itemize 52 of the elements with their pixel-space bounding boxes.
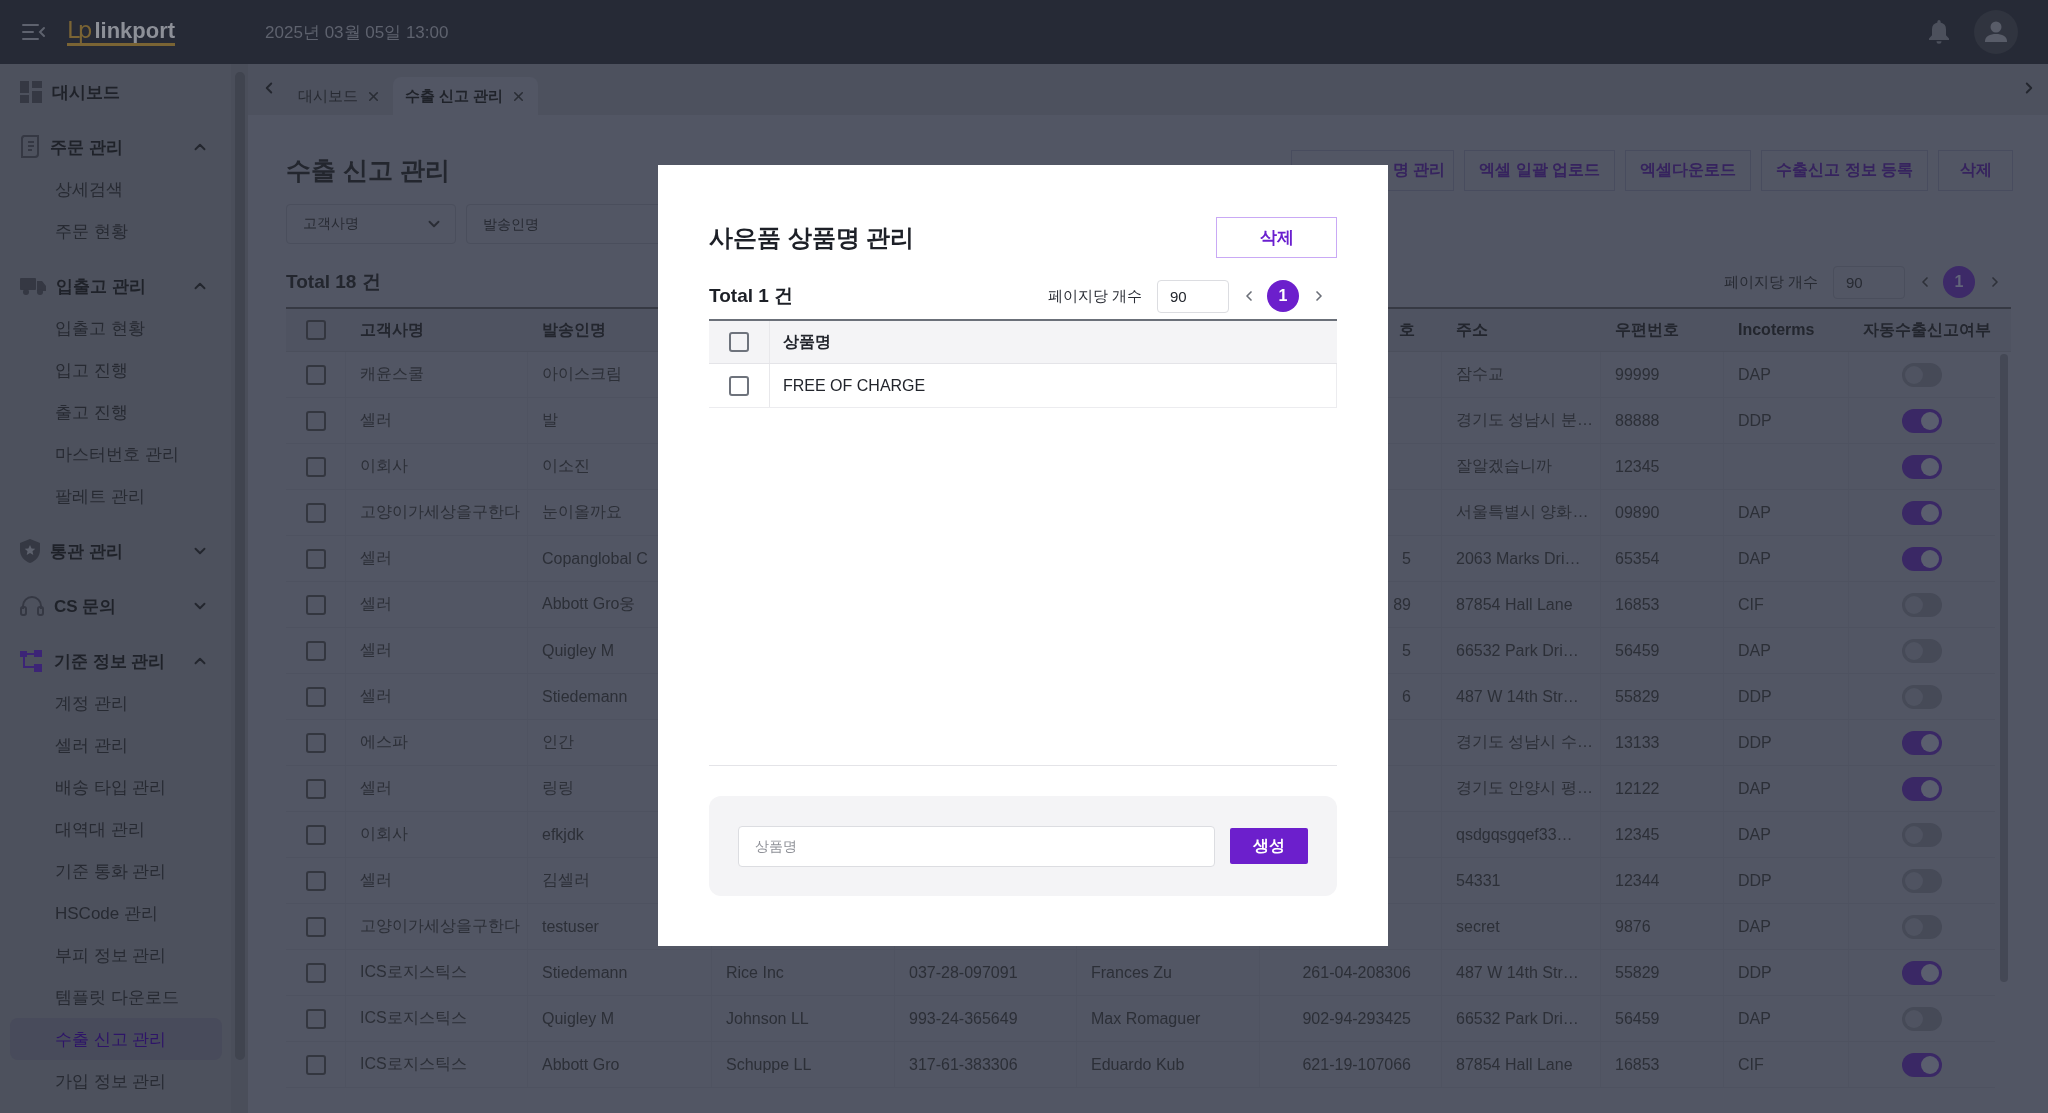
logo-mark: Lp (67, 18, 91, 42)
toggle-switch[interactable] (1902, 500, 1942, 525)
toggle-switch[interactable] (1902, 730, 1942, 755)
page-number-button[interactable]: 1 (1267, 280, 1299, 312)
hierarchy-icon (20, 650, 44, 672)
menu-icon[interactable] (22, 23, 46, 41)
checkbox[interactable] (729, 332, 749, 352)
page-number-button[interactable]: 1 (1943, 266, 1975, 298)
table-cell: FREE OF CHARGE (769, 364, 1336, 407)
checkbox[interactable] (305, 548, 326, 569)
toggle-switch[interactable] (1902, 546, 1942, 571)
toggle-switch[interactable] (1902, 776, 1942, 801)
tab[interactable]: 수출 신고 관리 (393, 77, 539, 115)
checkbox[interactable] (305, 456, 326, 477)
checkbox[interactable] (305, 1008, 326, 1029)
logo-text: linkport (94, 19, 176, 42)
create-button[interactable]: 생성 (1230, 828, 1308, 864)
total-count: Total 1 건 (709, 284, 794, 308)
checkbox[interactable] (305, 640, 326, 661)
checkbox[interactable] (305, 502, 326, 523)
checkbox[interactable] (305, 962, 326, 983)
checkbox[interactable] (305, 824, 326, 845)
logo[interactable]: Lp linkport (67, 18, 176, 46)
checkbox[interactable] (305, 594, 326, 615)
checkbox[interactable] (305, 732, 326, 753)
modal-title: 사은품 상품명 관리 (709, 222, 915, 253)
checkbox[interactable] (305, 916, 326, 937)
document-icon (20, 135, 40, 159)
checkbox[interactable] (305, 1054, 326, 1075)
page-size-label: 페이지당 개수 (1047, 286, 1142, 306)
toggle-switch[interactable] (1902, 960, 1942, 985)
checkbox[interactable] (305, 870, 326, 891)
checkbox[interactable] (729, 375, 749, 396)
user-avatar-icon[interactable] (1974, 10, 2018, 54)
bell-icon[interactable] (1928, 20, 1950, 44)
toggle-switch[interactable] (1902, 1052, 1942, 1077)
toggle-switch[interactable] (1902, 454, 1942, 479)
checkbox[interactable] (305, 364, 326, 385)
grid-icon (20, 81, 42, 103)
checkbox[interactable] (305, 410, 326, 431)
checkbox[interactable] (305, 320, 326, 340)
date-time: 2025년 03월 05일 13:00 (265, 21, 449, 44)
delete-button[interactable]: 삭제 (1216, 217, 1337, 258)
truck-icon (20, 276, 46, 296)
shield-icon (20, 539, 40, 563)
page-size-input[interactable]: 90 (1157, 279, 1229, 313)
checkbox[interactable] (305, 686, 326, 707)
headset-icon (20, 595, 44, 617)
column-header: 상품명 (769, 321, 1337, 363)
product-name-input[interactable]: 상품명 (738, 825, 1215, 867)
checkbox[interactable] (305, 778, 326, 799)
toggle-switch[interactable] (1902, 408, 1942, 433)
